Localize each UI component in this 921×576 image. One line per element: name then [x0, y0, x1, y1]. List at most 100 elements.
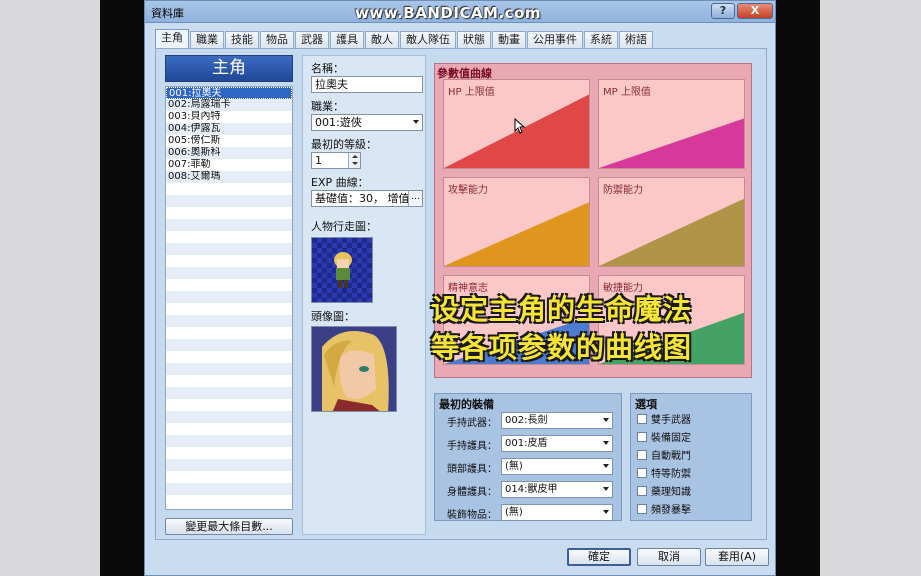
hero-list-empty-row[interactable] [166, 399, 292, 411]
hero-list-empty-row[interactable] [166, 459, 292, 471]
hero-list-item[interactable]: 005:傍仁斯 [166, 135, 292, 147]
hero-list-item[interactable]: 004:伊露瓦 [166, 123, 292, 135]
hero-list-item[interactable]: 003:貝內特 [166, 111, 292, 123]
chevron-down-icon [603, 510, 609, 514]
curve-chart-3[interactable]: 防禦能力 [598, 177, 745, 267]
option-checkbox-row[interactable]: 自動戰鬥 [637, 450, 691, 464]
hero-list-item[interactable]: 008:艾爾瑪 [166, 171, 292, 183]
curve-chart-0[interactable]: HP 上限值 [443, 79, 590, 169]
tab-0[interactable]: 主角 [155, 29, 189, 48]
hero-list-empty-row[interactable] [166, 339, 292, 351]
ellipsis-icon[interactable]: … [408, 191, 422, 206]
ok-button[interactable]: 確定 [567, 548, 631, 566]
option-label: 特等防禦 [651, 469, 691, 480]
hero-list-empty-row[interactable] [166, 243, 292, 255]
video-right-letterbox [776, 0, 820, 576]
tab-11[interactable]: 系統 [584, 31, 618, 48]
hero-list[interactable]: 001:拉奧夫 002:烏露瑞卡 003:貝內特 004:伊露瓦 005:傍仁斯 006:… [165, 86, 293, 510]
curve-area [599, 198, 744, 266]
hero-list-empty-row[interactable] [166, 351, 292, 363]
hero-list-empty-row[interactable] [166, 207, 292, 219]
curve-chart-1[interactable]: MP 上限值 [598, 79, 745, 169]
chevron-down-icon [413, 120, 419, 124]
tab-3[interactable]: 物品 [260, 31, 294, 48]
chevron-down-icon [603, 464, 609, 468]
equipment-slot-select[interactable]: 002:長劍 [501, 412, 613, 429]
tab-5[interactable]: 護具 [330, 31, 364, 48]
exp-curve-field[interactable]: 基礎值：30， 增值： … [311, 190, 423, 207]
hero-list-empty-row[interactable] [166, 495, 292, 507]
change-max-button[interactable]: 變更最大條目數... [165, 518, 293, 535]
hero-list-empty-row[interactable] [166, 219, 292, 231]
curve-chart-2[interactable]: 攻擊能力 [443, 177, 590, 267]
hero-list-empty-row[interactable] [166, 279, 292, 291]
checkbox[interactable] [637, 468, 647, 478]
option-checkbox-row[interactable]: 雙手武器 [637, 414, 691, 428]
hero-list-empty-row[interactable] [166, 423, 292, 435]
option-checkbox-row[interactable]: 藥理知識 [637, 486, 691, 500]
character-sprite[interactable] [311, 237, 373, 303]
help-button[interactable]: ? [711, 3, 735, 19]
spin-buttons[interactable] [348, 153, 360, 168]
hero-list-empty-row[interactable] [166, 447, 292, 459]
hero-tab-panel: 主角 001:拉奧夫 002:烏露瑞卡 003:貝內特 004:伊露瓦 005:傍仁斯 0… [155, 48, 767, 540]
hero-list-empty-row[interactable] [166, 375, 292, 387]
tab-2[interactable]: 技能 [225, 31, 259, 48]
hero-list-empty-row[interactable] [166, 255, 292, 267]
equipment-slot-select[interactable]: 001:皮盾 [501, 435, 613, 452]
checkbox[interactable] [637, 414, 647, 424]
checkbox[interactable] [637, 504, 647, 514]
hero-list-empty-row[interactable] [166, 267, 292, 279]
hero-list-empty-row[interactable] [166, 435, 292, 447]
cancel-button[interactable]: 取消 [637, 548, 701, 566]
hero-list-empty-row[interactable] [166, 183, 292, 195]
tab-6[interactable]: 敵人 [365, 31, 399, 48]
hero-list-item[interactable]: 007:菲勒 [166, 159, 292, 171]
title-bar[interactable]: 資料庫 www.BANDICAM.com ? X [145, 1, 775, 23]
hero-list-empty-row[interactable] [166, 303, 292, 315]
caption-line-1: 设定主角的生命魔法 [431, 293, 693, 326]
hero-list-empty-row[interactable] [166, 231, 292, 243]
option-checkbox-row[interactable]: 裝備固定 [637, 432, 691, 446]
checkbox[interactable] [637, 450, 647, 460]
tab-10[interactable]: 公用事件 [527, 31, 583, 48]
initial-level-stepper[interactable]: 1 [311, 152, 361, 169]
name-field[interactable]: 拉奧夫 [311, 76, 423, 93]
tab-1[interactable]: 職業 [190, 31, 224, 48]
hero-list-empty-row[interactable] [166, 363, 292, 375]
curve-label: 防禦能力 [603, 185, 643, 196]
face-portrait[interactable] [311, 326, 397, 412]
option-checkbox-row[interactable]: 特等防禦 [637, 468, 691, 482]
curve-area [444, 202, 589, 266]
hero-list-empty-row[interactable] [166, 411, 292, 423]
tab-8[interactable]: 狀態 [457, 31, 491, 48]
close-button[interactable]: X [737, 3, 773, 19]
hero-list-empty-row[interactable] [166, 315, 292, 327]
equipment-slot-select[interactable]: 014:獸皮甲 [501, 481, 613, 498]
initial-equipment-group: 最初的裝備 手持武器： 002:長劍 手持護具： 001:皮盾 頭部護具： (無) 身體護具… [434, 393, 622, 521]
class-value: 001:遊俠 [315, 116, 362, 129]
hero-list-empty-row[interactable] [166, 471, 292, 483]
option-label: 自動戰鬥 [651, 451, 691, 462]
hero-list-item[interactable]: 001:拉奧夫 [166, 87, 292, 99]
hero-list-empty-row[interactable] [166, 327, 292, 339]
tab-7[interactable]: 敵人隊伍 [400, 31, 456, 48]
chevron-down-icon [603, 418, 609, 422]
tab-9[interactable]: 動畫 [492, 31, 526, 48]
hero-list-empty-row[interactable] [166, 291, 292, 303]
apply-button[interactable]: 套用(A) [705, 548, 769, 566]
hero-list-empty-row[interactable] [166, 483, 292, 495]
hero-list-item[interactable]: 006:奧斯科 [166, 147, 292, 159]
checkbox[interactable] [637, 486, 647, 496]
hero-list-empty-row[interactable] [166, 387, 292, 399]
recorder-watermark: www.BANDICAM.com [355, 4, 542, 22]
option-checkbox-row[interactable]: 頻發暴擊 [637, 504, 691, 518]
equipment-slot-select[interactable]: (無) [501, 458, 613, 475]
hero-list-item[interactable]: 002:烏露瑞卡 [166, 99, 292, 111]
tab-4[interactable]: 武器 [295, 31, 329, 48]
equipment-slot-select[interactable]: (無) [501, 504, 613, 521]
hero-list-empty-row[interactable] [166, 195, 292, 207]
tab-12[interactable]: 術語 [619, 31, 653, 48]
checkbox[interactable] [637, 432, 647, 442]
class-select[interactable]: 001:遊俠 [311, 114, 423, 131]
